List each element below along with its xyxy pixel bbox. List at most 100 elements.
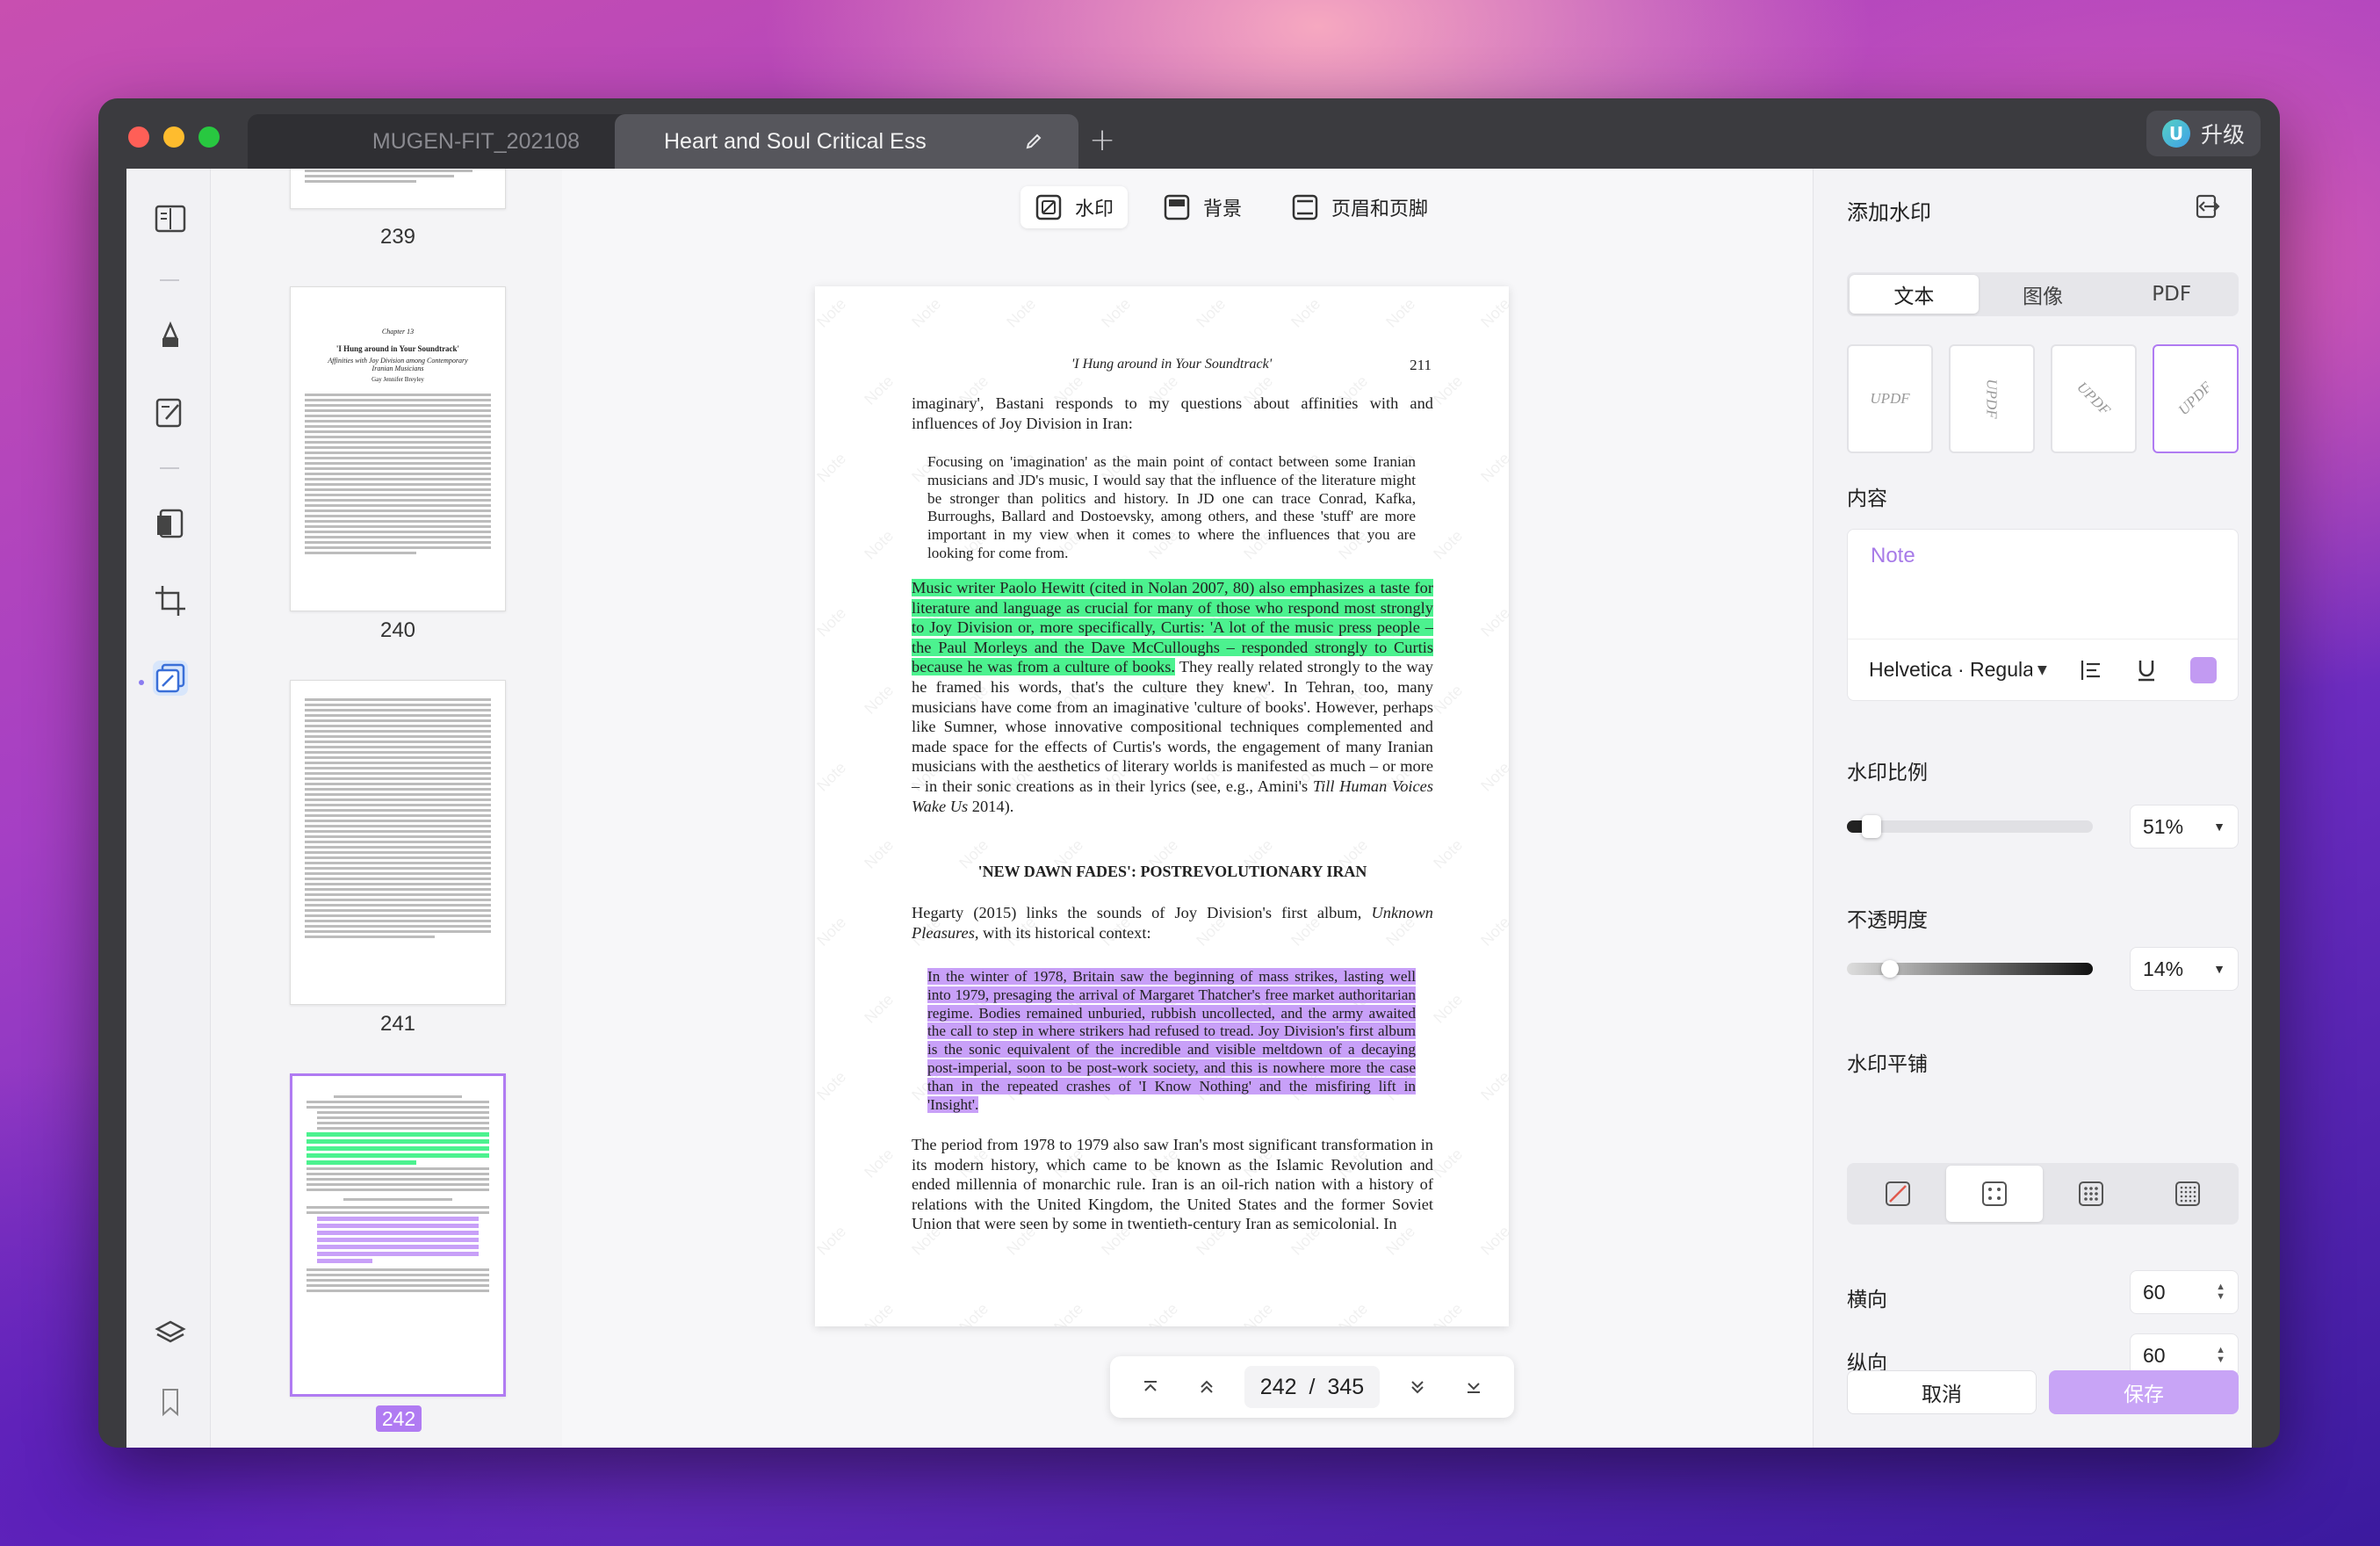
watermark-mark: Note [815, 603, 850, 640]
tile-sparse[interactable] [1946, 1166, 2043, 1222]
opacity-label: 不透明度 [1847, 909, 1928, 932]
paragraph-highlighted: Music writer Paolo Hewitt (cited in Nola… [912, 579, 1433, 815]
chevron-down-icon: ▼ [2213, 820, 2225, 834]
zoom-window-button[interactable] [198, 126, 220, 148]
watermark-text-value[interactable]: Note [1871, 544, 1915, 568]
watermark-mark: Note [1430, 835, 1467, 872]
total-pages: 345 [1327, 1374, 1365, 1399]
header-footer-icon [1292, 194, 1318, 220]
tab-pdf[interactable]: PDF [2107, 275, 2236, 314]
page-navigator: 242 / 345 [1110, 1356, 1514, 1418]
watermark-settings-panel: 添加水印 文本 图像 PDF UPDF UPDF UPDF UPDF 内容 No… [1813, 169, 2252, 1448]
watermark-mark: Note [1145, 1299, 1182, 1326]
current-page[interactable]: 242 [1260, 1375, 1297, 1400]
page-thumbnail[interactable] [290, 169, 506, 209]
tile-medium[interactable] [2043, 1166, 2139, 1222]
pencil-icon[interactable] [1024, 132, 1043, 151]
watermark-mark: Note [1430, 526, 1467, 563]
scale-slider[interactable] [1847, 815, 2093, 838]
decrement-icon[interactable]: ▼ [2216, 1292, 2225, 1302]
thumbnail-page-number-selected: 242 [376, 1405, 422, 1432]
exit-panel-icon[interactable] [2194, 193, 2220, 223]
layers-icon[interactable] [153, 1316, 188, 1351]
watermark-mark: Note [1098, 294, 1135, 331]
watermark-tool-icon[interactable] [153, 661, 188, 696]
upgrade-button[interactable]: U 升级 [2146, 111, 2261, 156]
thumb-subtitle: Affinities with Joy Division among Conte… [328, 357, 468, 372]
watermark-mark: Note [1430, 1145, 1467, 1181]
double-chevron-up-icon [1201, 1380, 1213, 1393]
watermark-mark: Note [1003, 294, 1040, 331]
tile-dense[interactable] [2139, 1166, 2236, 1222]
bookmark-icon[interactable] [153, 1384, 188, 1420]
scale-select[interactable]: 51% ▼ [2130, 805, 2239, 849]
horizontal-value[interactable]: 60 [2143, 1281, 2166, 1304]
page-thumbnail[interactable]: Chapter 13 'I Hung around in Your Soundt… [290, 286, 506, 611]
reader-icon[interactable] [153, 202, 188, 237]
scale-slider-knob[interactable] [1861, 815, 1881, 838]
crop-icon[interactable] [153, 583, 188, 618]
chevron-down-icon[interactable]: ▼ [2037, 663, 2047, 677]
vertical-value[interactable]: 60 [2143, 1344, 2166, 1368]
header-footer-tab[interactable]: 页眉和页脚 [1277, 186, 1442, 228]
cancel-button[interactable]: 取消 [1847, 1370, 2037, 1414]
block-quote-highlighted: In the winter of 1978, Britain saw the b… [927, 968, 1416, 1114]
save-button[interactable]: 保存 [2049, 1370, 2239, 1414]
thumb-author: Gay Jennifer Breyley [371, 376, 424, 383]
edit-pdf-icon[interactable] [153, 395, 188, 430]
header-footer-label: 页眉和页脚 [1331, 199, 1429, 220]
last-page-button[interactable] [1455, 1369, 1492, 1405]
thumb-title: 'I Hung around in Your Soundtrack' [335, 344, 460, 353]
first-page-button[interactable] [1132, 1369, 1169, 1405]
organize-pages-icon[interactable] [153, 506, 188, 541]
background-icon [1164, 194, 1190, 220]
style-horizontal[interactable]: UPDF [1847, 344, 1933, 453]
watermark-mark: Note [861, 835, 898, 872]
purple-highlight[interactable]: In the winter of 1978, Britain saw the b… [927, 968, 1416, 1113]
page-thumbnail[interactable] [290, 680, 506, 1005]
color-swatch[interactable] [2190, 656, 2217, 683]
style-diagonal-up[interactable]: UPDF [2153, 344, 2239, 453]
opacity-slider[interactable] [1847, 960, 2093, 978]
watermark-text-input[interactable]: Note Helvetica · Regular ▼ [1847, 529, 2239, 701]
add-tab-button[interactable]: + [1089, 125, 1115, 156]
watermark-mark: Note [1335, 1299, 1372, 1326]
panel-title: 添加水印 [1847, 200, 1931, 225]
page-indicator[interactable]: 242 / 345 [1244, 1366, 1381, 1408]
tab-image[interactable]: 图像 [1979, 275, 2108, 314]
minimize-window-button[interactable] [163, 126, 184, 148]
style-diagonal-down[interactable]: UPDF [2051, 344, 2137, 453]
tab-text[interactable]: 文本 [1850, 275, 1979, 314]
tab-label: Heart and Soul Critical Ess [664, 128, 927, 154]
highlighter-icon[interactable] [153, 318, 188, 353]
watermark-mark: Note [815, 294, 850, 331]
horizontal-spacing-stepper[interactable]: 60 ▲ ▼ [2130, 1270, 2239, 1314]
page-number: 211 [1410, 357, 1432, 373]
watermark-tab[interactable]: 水印 [1020, 186, 1128, 228]
page-thumbnail-selected[interactable] [290, 1073, 506, 1397]
close-window-button[interactable] [128, 126, 149, 148]
horizontal-label: 横向 [1847, 1289, 1887, 1311]
previous-page-button[interactable] [1188, 1369, 1225, 1405]
decrement-icon[interactable]: ▼ [2216, 1355, 2225, 1365]
tool-rail [126, 169, 211, 1448]
watermark-mark: Note [1477, 294, 1509, 331]
updf-logo-icon: U [2161, 119, 2190, 148]
tab-heart-and-soul[interactable]: Heart and Soul Critical Ess [615, 114, 1078, 169]
tiling-options [1847, 1163, 2239, 1225]
background-tab[interactable]: 背景 [1149, 186, 1256, 228]
next-page-button[interactable] [1399, 1369, 1436, 1405]
style-vertical[interactable]: UPDF [1949, 344, 2035, 453]
align-left-icon[interactable] [2079, 659, 2103, 682]
underline-icon[interactable] [2135, 658, 2158, 683]
opacity-select[interactable]: 14% ▼ [2130, 947, 2239, 991]
sparse-tile-icon [1982, 1181, 2007, 1206]
opacity-slider-knob[interactable] [1881, 960, 1900, 978]
chevron-down-icon: ▼ [2213, 962, 2225, 976]
watermark-toolbar: 水印 背景 页眉和页脚 [562, 186, 1813, 228]
tab-label: MUGEN-FIT_202108 [371, 128, 581, 154]
font-select[interactable]: Helvetica · Regular [1869, 658, 2032, 682]
watermark-mark: Note [861, 526, 898, 563]
tile-none[interactable] [1850, 1166, 1946, 1222]
watermark-mark: Note [1477, 449, 1509, 486]
